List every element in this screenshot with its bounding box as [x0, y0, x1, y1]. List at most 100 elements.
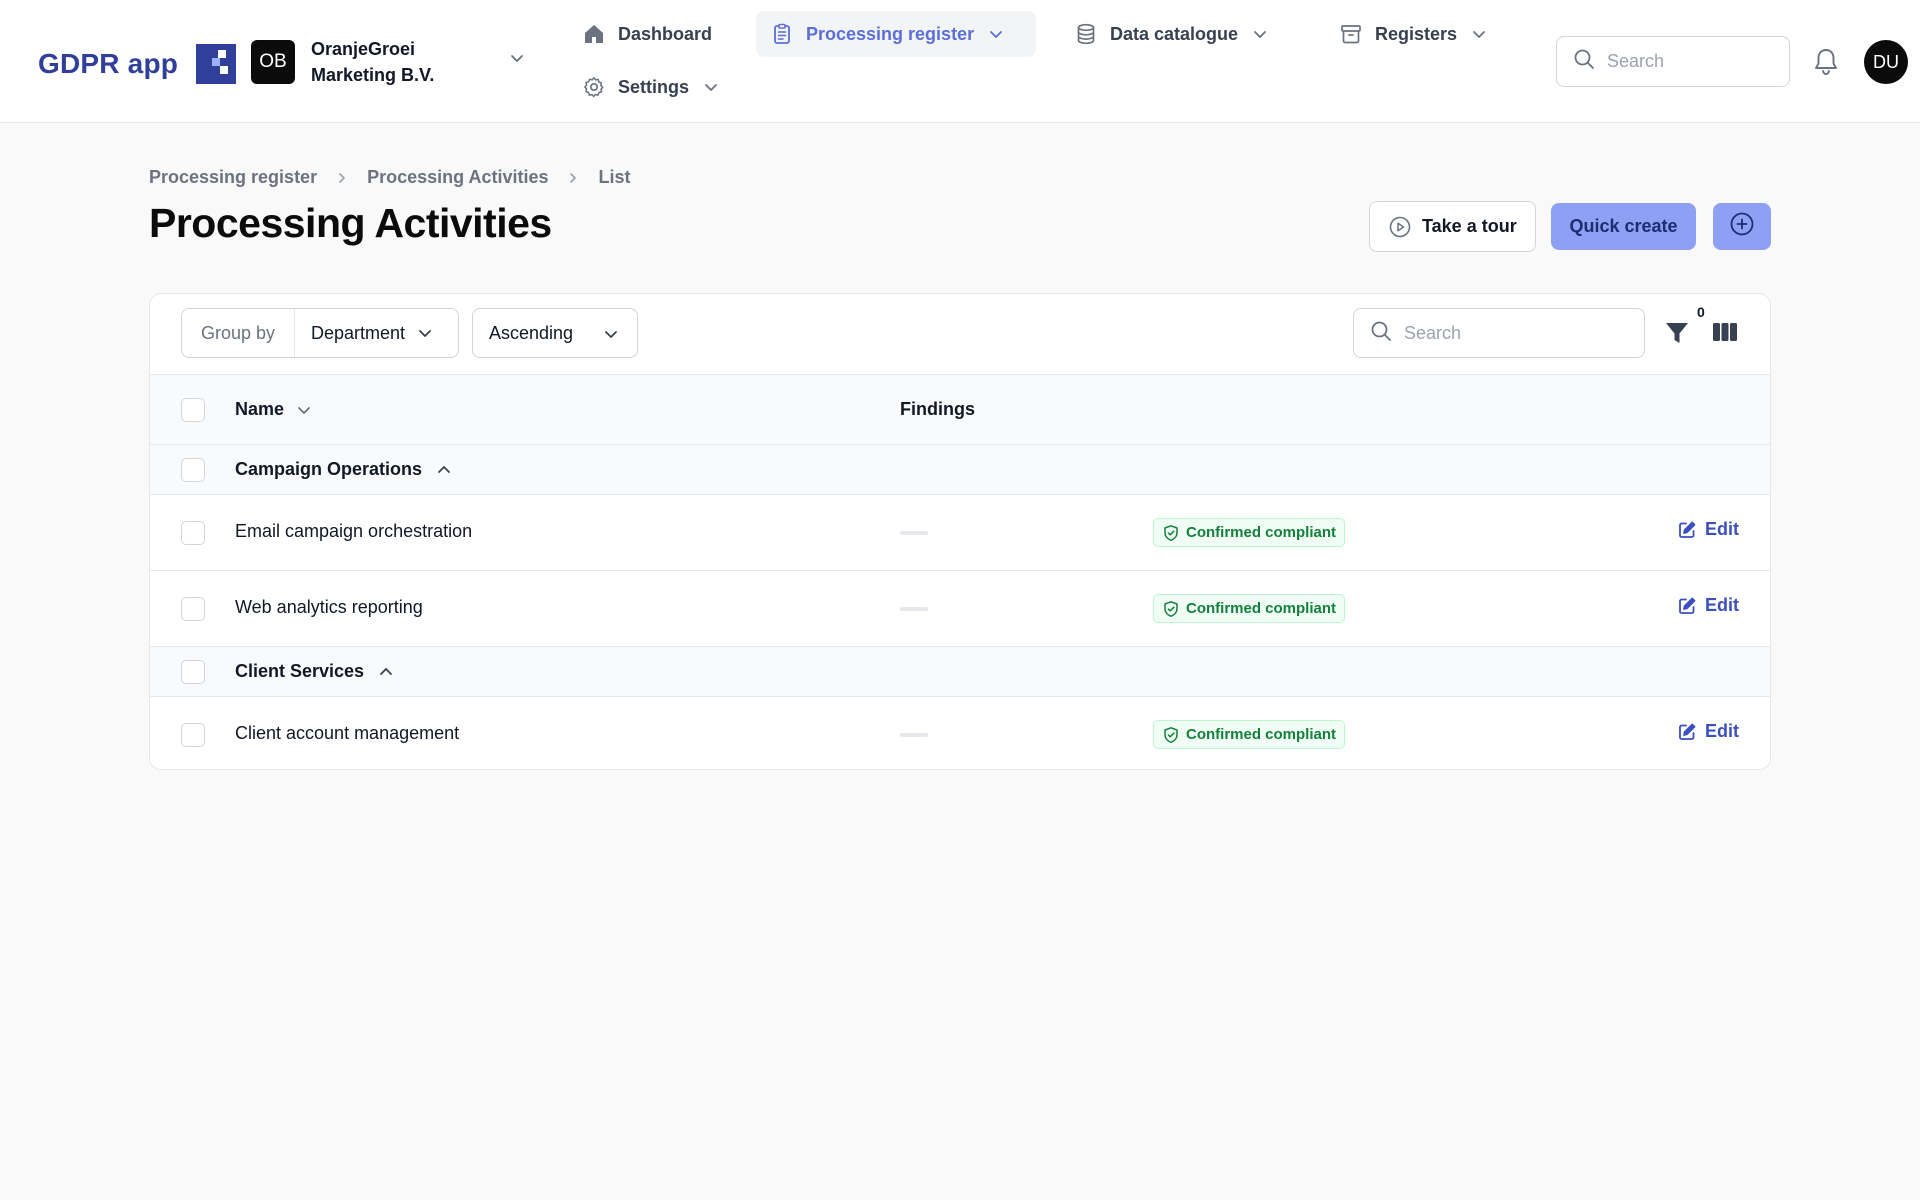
top-header: GDPR app OB OranjeGroei Marketing B.V. D…	[0, 0, 1920, 123]
org-name-line2: Marketing B.V.	[311, 65, 435, 85]
findings-empty-indicator	[900, 607, 928, 611]
brand[interactable]: GDPR app	[38, 44, 237, 84]
bell-icon[interactable]	[1812, 47, 1840, 82]
shield-check-icon	[1162, 524, 1180, 542]
chevron-right-icon	[566, 171, 580, 185]
row-checkbox[interactable]	[181, 597, 205, 621]
breadcrumb-list: List	[598, 167, 631, 187]
chevron-down-icon	[417, 325, 433, 341]
org-name: OranjeGroei Marketing B.V.	[311, 36, 501, 88]
column-header-findings: Findings	[900, 399, 975, 419]
table-search[interactable]	[1353, 308, 1645, 358]
edit-icon	[1677, 596, 1697, 616]
org-name-line1: OranjeGroei	[311, 39, 416, 59]
row-name: Client account management	[235, 723, 460, 743]
shield-check-icon	[1162, 726, 1180, 744]
plus-circle-icon	[1729, 211, 1755, 242]
table-row: Web analytics reporting Confirmed compli…	[150, 571, 1770, 647]
row-checkbox[interactable]	[181, 723, 205, 747]
user-avatar[interactable]: DU	[1864, 40, 1908, 84]
group-checkbox[interactable]	[181, 458, 205, 482]
edit-label: Edit	[1705, 595, 1739, 615]
take-tour-label: Take a tour	[1422, 216, 1517, 236]
chevron-right-icon	[335, 171, 349, 185]
sort-order-select[interactable]: Ascending	[472, 308, 638, 358]
table-toolbar: Group by Department Ascending 0	[150, 294, 1770, 374]
group-toggle[interactable]: Client Services	[235, 661, 394, 682]
search-icon	[1370, 320, 1392, 347]
processing-activities-table: Group by Department Ascending 0	[149, 293, 1771, 770]
chevron-down-icon	[1471, 26, 1487, 42]
organization-switcher[interactable]: OB OranjeGroei Marketing B.V.	[251, 36, 523, 88]
status-badge: Confirmed compliant	[1153, 518, 1346, 547]
breadcrumb-processing-activities[interactable]: Processing Activities	[367, 167, 548, 188]
chevron-down-icon	[703, 79, 719, 95]
nav-settings[interactable]: Settings	[568, 64, 733, 110]
status-badge: Confirmed compliant	[1153, 720, 1346, 749]
chevron-down-icon	[603, 326, 619, 342]
edit-button[interactable]: Edit	[1677, 519, 1739, 540]
group-row: Campaign Operations	[150, 445, 1770, 495]
breadcrumb-processing-register[interactable]: Processing register	[149, 167, 317, 188]
filter-count-badge: 0	[1694, 304, 1708, 320]
findings-empty-indicator	[900, 531, 928, 535]
status-text: Confirmed compliant	[1186, 524, 1337, 541]
edit-icon	[1677, 722, 1697, 742]
edit-button[interactable]: Edit	[1677, 595, 1739, 616]
page-title: Processing Activities	[149, 200, 552, 246]
breadcrumb: Processing register Processing Activitie…	[149, 167, 631, 188]
nav-data-catalogue[interactable]: Data catalogue	[1060, 11, 1282, 57]
shield-check-icon	[1162, 600, 1180, 618]
group-toggle[interactable]: Campaign Operations	[235, 459, 452, 480]
edit-label: Edit	[1705, 721, 1739, 741]
column-header-name[interactable]: Name	[235, 399, 312, 420]
group-by-select[interactable]: Department	[295, 309, 458, 357]
table-row: Client account management Confirmed comp…	[150, 697, 1770, 769]
global-search[interactable]	[1556, 36, 1790, 87]
brand-name: GDPR app	[38, 48, 179, 79]
chevron-down-icon	[1252, 26, 1268, 42]
archive-box-icon	[1339, 22, 1363, 46]
filter-icon[interactable]	[1664, 320, 1690, 351]
nav-dashboard[interactable]: Dashboard	[568, 11, 726, 57]
group-row: Client Services	[150, 647, 1770, 697]
row-checkbox[interactable]	[181, 521, 205, 545]
nav-registers[interactable]: Registers	[1325, 11, 1501, 57]
quick-create-button[interactable]: Quick create	[1551, 203, 1696, 250]
nav-dashboard-label: Dashboard	[618, 23, 713, 44]
chevron-down-icon	[988, 26, 1004, 42]
group-label: Client Services	[235, 661, 365, 681]
table-header-row: Name Findings	[150, 374, 1770, 445]
table-search-input[interactable]	[1404, 322, 1554, 344]
org-avatar: OB	[251, 40, 295, 84]
home-icon	[582, 22, 606, 46]
table-row: Email campaign orchestration Confirmed c…	[150, 495, 1770, 571]
nav-data-catalogue-label: Data catalogue	[1110, 23, 1239, 44]
chevron-down-icon	[296, 402, 312, 418]
gear-icon	[582, 75, 606, 99]
nav-registers-label: Registers	[1375, 23, 1458, 44]
chevron-down-icon	[509, 50, 525, 71]
findings-empty-indicator	[900, 733, 928, 737]
group-label: Campaign Operations	[235, 459, 423, 479]
database-icon	[1074, 22, 1098, 46]
chevron-up-icon	[436, 462, 452, 478]
edit-button[interactable]: Edit	[1677, 721, 1739, 742]
group-by-label: Group by	[182, 309, 295, 357]
sort-order-value: Ascending	[489, 322, 574, 343]
status-text: Confirmed compliant	[1186, 600, 1337, 617]
global-search-input[interactable]	[1607, 51, 1757, 72]
columns-icon[interactable]	[1712, 320, 1738, 349]
search-icon	[1573, 48, 1595, 75]
take-tour-button[interactable]: Take a tour	[1369, 201, 1536, 252]
chevron-up-icon	[378, 664, 394, 680]
group-checkbox[interactable]	[181, 660, 205, 684]
brand-logo-icon	[196, 44, 237, 84]
column-header-name-label: Name	[235, 399, 285, 419]
status-badge: Confirmed compliant	[1153, 594, 1346, 623]
edit-label: Edit	[1705, 519, 1739, 539]
create-button[interactable]	[1713, 203, 1771, 250]
status-text: Confirmed compliant	[1186, 726, 1337, 743]
nav-processing-register[interactable]: Processing register	[756, 11, 1036, 57]
select-all-checkbox[interactable]	[181, 398, 205, 422]
